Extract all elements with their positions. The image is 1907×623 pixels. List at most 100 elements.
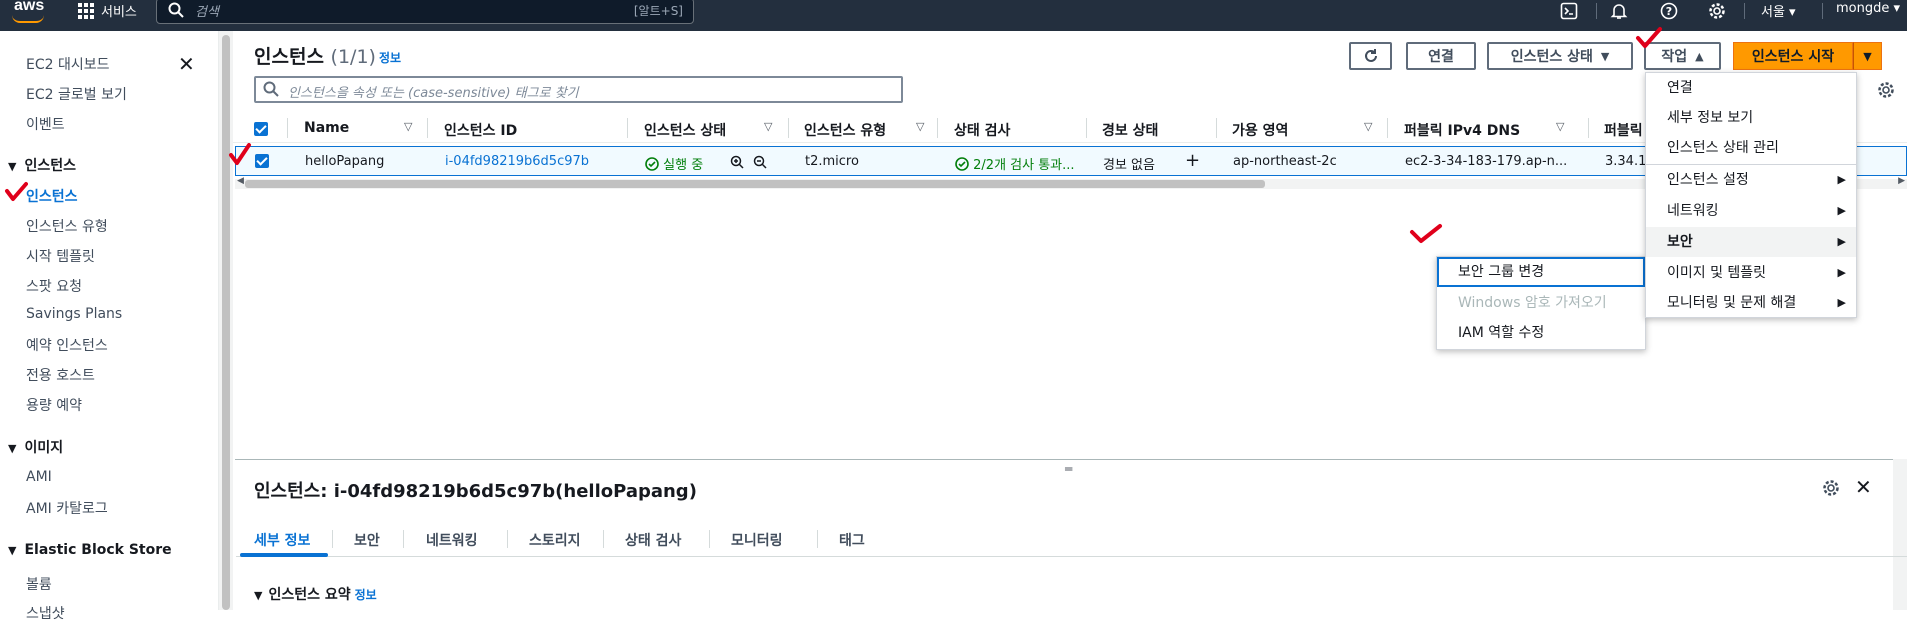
tab-status-checks[interactable]: 상태 검사 <box>625 530 681 550</box>
connect-button[interactable]: 연결 <box>1406 42 1476 70</box>
sidebar-item-dashboard[interactable]: EC2 대시보드 <box>26 54 110 74</box>
services-menu[interactable]: 서비스 <box>101 1 137 20</box>
caret-down-icon: ▼ <box>1600 49 1610 63</box>
services-grid-icon[interactable] <box>78 3 94 19</box>
split-panel-divider[interactable] <box>235 459 1907 460</box>
modify-iam-role-item[interactable]: IAM 역할 수정 <box>1437 318 1645 348</box>
add-alarm-icon[interactable]: + <box>1185 150 1200 171</box>
sidebar-item-savings-plans[interactable]: Savings Plans <box>26 306 122 322</box>
refresh-button[interactable] <box>1349 42 1392 70</box>
menu-item-security[interactable]: 보안 ▶ <box>1646 227 1856 257</box>
column-alarm-status[interactable]: 경보 상태 <box>1102 120 1158 140</box>
close-sidebar-icon[interactable]: ✕ <box>178 52 195 76</box>
cell-public-dns: ec2-3-34-183-179.ap-n... <box>1405 154 1568 169</box>
sidebar-item-ami[interactable]: AMI <box>26 469 52 485</box>
caret-up-icon: ▲ <box>1695 49 1704 63</box>
sidebar-item-ami-catalog[interactable]: AMI 카탈로그 <box>26 498 108 518</box>
menu-item-instance-settings[interactable]: 인스턴스 설정 ▶ <box>1646 165 1856 195</box>
sidebar-item-dedicated-hosts[interactable]: 전용 호스트 <box>26 365 95 385</box>
launch-instances-button[interactable]: 인스턴스 시작 <box>1733 42 1853 70</box>
sidebar-item-reserved-instances[interactable]: 예약 인스턴스 <box>26 335 108 355</box>
zoom-out-icon[interactable] <box>753 155 767 169</box>
search-icon <box>168 2 184 18</box>
checkmark-annotation-icon <box>5 182 28 201</box>
cell-public-ip: 3.34.1 <box>1605 154 1647 169</box>
sidebar-item-capacity-reservations[interactable]: 용량 예약 <box>26 395 82 415</box>
tab-storage[interactable]: 스토리지 <box>529 530 581 550</box>
menu-item-images-templates[interactable]: 이미지 및 템플릿 ▶ <box>1646 258 1856 288</box>
caret-down-icon: ▼ <box>8 442 17 455</box>
info-link[interactable]: 정보 <box>379 49 401 66</box>
resize-handle-icon[interactable]: ═ <box>1065 462 1072 476</box>
sidebar-item-snapshots[interactable]: 스냅샷 <box>26 603 65 623</box>
summary-info-link[interactable]: 정보 <box>355 588 377 602</box>
help-icon[interactable]: ? <box>1660 2 1678 20</box>
sidebar-section-images[interactable]: ▼ 이미지 <box>8 437 63 457</box>
tab-networking[interactable]: 네트워킹 <box>426 530 478 550</box>
refresh-icon <box>1364 49 1377 62</box>
sidebar-item-events[interactable]: 이벤트 <box>26 114 65 134</box>
instance-filter-input[interactable]: 인스턴스을 속성 또는 (case-sensitive) 태그로 찾기 <box>254 76 903 103</box>
sidebar-item-volumes[interactable]: 볼륨 <box>26 574 52 594</box>
chevron-right-icon: ▶ <box>1837 204 1846 217</box>
close-detail-icon[interactable]: ✕ <box>1855 475 1872 499</box>
column-instance-type[interactable]: 인스턴스 유형 ▽ <box>804 120 924 140</box>
svg-text:?: ? <box>1666 5 1672 18</box>
account-menu[interactable]: mongde ▾ <box>1836 1 1900 16</box>
caret-down-icon: ▼ <box>254 589 263 602</box>
column-name[interactable]: Name ▽ <box>304 120 412 136</box>
instance-summary-header[interactable]: ▼ 인스턴스 요약 정보 <box>254 584 377 604</box>
select-all-checkbox[interactable] <box>254 122 268 136</box>
active-tab-indicator <box>240 553 328 557</box>
column-instance-id[interactable]: 인스턴스 ID <box>444 120 517 140</box>
tab-details[interactable]: 세부 정보 <box>254 530 310 550</box>
bell-icon[interactable] <box>1610 2 1628 20</box>
menu-item-manage-state[interactable]: 인스턴스 상태 관리 <box>1646 133 1856 163</box>
menu-item-networking[interactable]: 네트워킹 ▶ <box>1646 196 1856 226</box>
row-checkbox[interactable] <box>255 154 269 168</box>
sort-down-icon: ▽ <box>764 120 773 133</box>
cell-availability-zone: ap-northeast-2c <box>1233 154 1337 169</box>
sidebar-item-spot-requests[interactable]: 스팟 요청 <box>26 276 82 296</box>
detail-panel-title: 인스턴스: i-04fd98219b6d5c97b(helloPapang) <box>254 481 697 502</box>
sidebar-item-instances[interactable]: 인스턴스 <box>26 186 78 206</box>
check-circle-icon <box>645 157 659 171</box>
column-availability-zone[interactable]: 가용 영역 ▽ <box>1232 120 1372 140</box>
column-public-dns[interactable]: 퍼블릭 IPv4 DNS ▽ <box>1404 120 1564 140</box>
tab-security[interactable]: 보안 <box>354 530 380 550</box>
global-search-input[interactable]: 검색 [알트+S] <box>156 0 694 24</box>
sort-down-icon: ▽ <box>916 120 925 133</box>
settings-gear-icon[interactable] <box>1708 2 1726 20</box>
sidebar-item-instance-types[interactable]: 인스턴스 유형 <box>26 216 108 236</box>
aws-logo[interactable]: aws <box>14 0 44 15</box>
change-security-groups-item[interactable]: 보안 그룹 변경 <box>1437 257 1645 287</box>
sidebar-item-launch-templates[interactable]: 시작 템플릿 <box>26 246 95 266</box>
region-selector[interactable]: 서울 ▾ <box>1761 1 1796 20</box>
sidebar-section-instances[interactable]: ▼ 인스턴스 <box>8 155 76 175</box>
launch-dropdown-button[interactable]: ▼ <box>1853 42 1882 70</box>
sidebar-item-global-view[interactable]: EC2 글로벌 보기 <box>26 84 127 104</box>
instance-id-link[interactable]: i-04fd98219b6d5c97b <box>445 154 589 169</box>
get-windows-password-item: Windows 암호 가져오기 <box>1458 295 1607 311</box>
sidebar-scrollbar[interactable] <box>219 31 233 610</box>
instance-state-button[interactable]: 인스턴스 상태 ▼ <box>1487 42 1633 70</box>
menu-item-view-details[interactable]: 세부 정보 보기 <box>1646 103 1856 133</box>
checkmark-annotation-icon <box>1410 224 1442 243</box>
cloudshell-icon[interactable] <box>1560 2 1578 20</box>
zoom-in-icon[interactable] <box>730 155 744 169</box>
checkmark-annotation-icon <box>1636 27 1662 48</box>
table-preferences-gear-icon[interactable] <box>1877 81 1895 99</box>
menu-item-connect[interactable]: 연결 <box>1646 73 1856 103</box>
sort-down-icon: ▽ <box>1364 120 1373 133</box>
cell-instance-state: 실행 중 <box>645 154 703 173</box>
cell-status-check[interactable]: 2/2개 검사 통과... <box>955 154 1075 173</box>
column-public-ip[interactable]: 퍼블릭 <box>1604 120 1643 140</box>
column-instance-state[interactable]: 인스턴스 상태 ▽ <box>644 120 772 140</box>
tab-tags[interactable]: 태그 <box>839 530 865 550</box>
detail-settings-gear-icon[interactable] <box>1822 479 1840 497</box>
menu-item-monitor-troubleshoot[interactable]: 모니터링 및 문제 해결 ▶ <box>1646 288 1856 318</box>
aws-logo-smile <box>12 15 44 23</box>
column-status-check[interactable]: 상태 검사 <box>954 120 1010 140</box>
sidebar-section-ebs[interactable]: ▼ Elastic Block Store <box>8 542 172 558</box>
tab-monitoring[interactable]: 모니터링 <box>731 530 783 550</box>
